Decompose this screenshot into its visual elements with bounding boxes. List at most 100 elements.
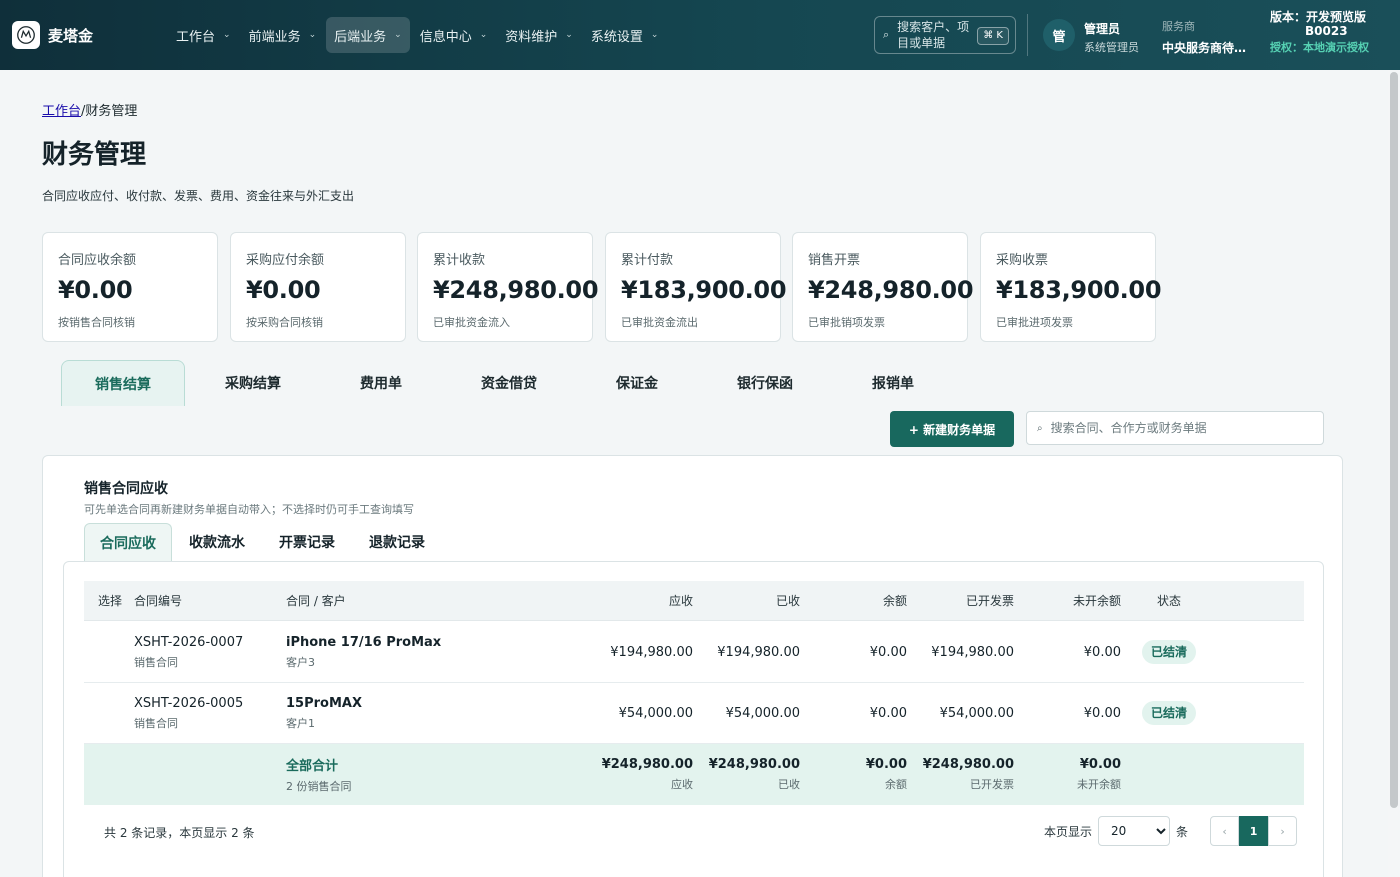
brand[interactable]: 麦塔金 <box>12 21 162 49</box>
subtab-contract-receivable[interactable]: 合同应收 <box>84 523 172 561</box>
stat-label: 累计收款 <box>433 253 486 268</box>
panel-subtabs: 合同应收 收款流水 开票记录 退款记录 <box>84 523 442 561</box>
scrollbar-thumb[interactable] <box>1390 72 1398 808</box>
stat-value: ¥0.00 <box>58 276 133 304</box>
license-info: 授权：本地演示授权 <box>1270 41 1369 55</box>
customer-name: 客户1 <box>286 716 315 730</box>
total-count: 2 份销售合同 <box>286 780 352 793</box>
stat-note: 按销售合同核销 <box>58 316 135 329</box>
stat-label: 销售开票 <box>808 253 861 268</box>
nav-item-info-center[interactable]: 信息中心 ⌄ <box>412 17 496 53</box>
stat-note: 已审批进项发票 <box>996 316 1073 329</box>
per-page-label: 本页显示 <box>1044 824 1093 839</box>
tab-deposit[interactable]: 保证金 <box>573 360 701 406</box>
stat-note: 按采购合同核销 <box>246 316 323 329</box>
brand-logo-icon <box>12 21 40 49</box>
total-balance: ¥0.00 <box>865 757 907 772</box>
total-receivable: ¥248,980.00 <box>601 757 693 772</box>
version-build: B0023 <box>1305 24 1348 38</box>
total-label: 全部合计 <box>286 759 339 774</box>
service-value: 中央服务商待… <box>1162 41 1247 55</box>
tab-sales-settlement[interactable]: 销售结算 <box>61 360 185 406</box>
nav-item-system-settings[interactable]: 系统设置 ⌄ <box>583 17 667 53</box>
table-container: 选择 合同编号 合同 / 客户 应收 已收 余额 已开发票 未开余额 状态 XS… <box>63 561 1324 877</box>
nav-item-frontend[interactable]: 前端业务 ⌄ <box>241 17 325 53</box>
subtab-refund-records[interactable]: 退款记录 <box>352 523 442 561</box>
total-uninvoiced-cell: ¥0.00 未开余额 <box>1014 757 1121 792</box>
tab-expense[interactable]: 费用单 <box>317 360 445 406</box>
next-page-button[interactable]: › <box>1268 816 1298 846</box>
balance-cell: ¥0.00 <box>869 705 907 721</box>
subtab-receipt-flow[interactable]: 收款流水 <box>172 523 262 561</box>
header-invoiced: 已开发票 <box>965 594 1014 608</box>
stat-card-purchase-payable: 采购应付余额 ¥0.00 按采购合同核销 <box>230 232 406 342</box>
stat-value: ¥183,900.00 <box>996 276 1162 304</box>
contract-type: 销售合同 <box>134 716 178 730</box>
prev-page-button[interactable]: ‹ <box>1210 816 1240 846</box>
sales-receivable-panel: 销售合同应收 可先单选合同再新建财务单据自动带入；不选择时仍可手工查询填写 合同… <box>42 455 1343 877</box>
breadcrumb-home-link[interactable]: 工作台 <box>42 104 81 119</box>
service-provider[interactable]: 服务商 中央服务商待… <box>1162 18 1252 56</box>
tab-purchase-settlement[interactable]: 采购结算 <box>189 360 317 406</box>
status-cell: 已结清 <box>1121 701 1217 725</box>
search-icon: ⌕ <box>883 28 890 41</box>
status-badge: 已结清 <box>1141 701 1196 725</box>
page-subtitle: 合同应收应付、收付款、发票、费用、资金往来与外汇支出 <box>42 189 355 203</box>
chevron-down-icon: ⌄ <box>565 30 573 40</box>
avatar[interactable]: 管 <box>1043 19 1075 51</box>
user-info[interactable]: 管理员 系统管理员 <box>1084 20 1139 55</box>
uninvoiced-cell: ¥0.00 <box>1083 644 1121 660</box>
top-navbar: 麦塔金 工作台 ⌄ 前端业务 ⌄ 后端业务 ⌄ 信息中心 ⌄ 资料维护 ⌄ 系统设置 ⌄ ⌕… <box>0 0 1400 70</box>
nav-item-backend[interactable]: 后端业务 ⌄ <box>326 17 410 53</box>
per-page-select[interactable]: 20 <box>1098 816 1171 846</box>
shortcut-hint: ⌘ K <box>977 27 1009 45</box>
table-row[interactable]: XSHT-2026-0007 销售合同 iPhone 17/16 ProMax … <box>84 622 1304 683</box>
stat-note: 已审批销项发票 <box>808 316 885 329</box>
total-receivable-cell: ¥248,980.00 应收 <box>586 757 693 792</box>
tab-reimbursement[interactable]: 报销单 <box>829 360 957 406</box>
status-cell: 已结清 <box>1121 640 1217 664</box>
page-scrollbar[interactable] <box>1388 70 1400 877</box>
total-invoiced: ¥248,980.00 <box>922 757 1014 772</box>
page-button-current[interactable]: 1 <box>1239 816 1269 846</box>
chevron-down-icon: ⌄ <box>650 30 659 40</box>
total-balance-label: 余额 <box>885 778 907 791</box>
nav-label: 资料维护 <box>505 29 558 45</box>
header-select: 选择 <box>98 594 123 608</box>
stat-value: ¥183,900.00 <box>621 276 787 304</box>
nav-label: 系统设置 <box>590 29 643 45</box>
finance-search-input[interactable] <box>1050 421 1301 435</box>
stat-value: ¥248,980.00 <box>433 276 599 304</box>
nav-item-data-maintenance[interactable]: 资料维护 ⌄ <box>497 17 581 53</box>
new-finance-document-button[interactable]: + 新建财务单据 <box>890 411 1014 447</box>
stat-value: ¥0.00 <box>246 276 321 304</box>
total-received: ¥248,980.00 <box>708 757 800 772</box>
chevron-down-icon: ⌄ <box>308 30 317 40</box>
status-badge: 已结清 <box>1141 640 1196 664</box>
tab-bank-guarantee[interactable]: 银行保函 <box>701 360 829 406</box>
header-received: 已收 <box>775 594 800 608</box>
receivable-cell: ¥54,000.00 <box>618 705 693 721</box>
breadcrumb: 工作台/财务管理 <box>42 100 137 119</box>
nav-label: 前端业务 <box>248 29 301 45</box>
total-received-cell: ¥248,980.00 已收 <box>693 757 800 792</box>
tab-loans[interactable]: 资金借贷 <box>445 360 573 406</box>
contract-no-cell: XSHT-2026-0005 销售合同 <box>134 696 286 731</box>
total-uninvoiced-label: 未开余额 <box>1077 778 1121 791</box>
total-invoiced-cell: ¥248,980.00 已开发票 <box>907 757 1014 792</box>
stat-value: ¥248,980.00 <box>808 276 974 304</box>
subtab-invoice-records[interactable]: 开票记录 <box>262 523 352 561</box>
stat-label: 采购收票 <box>996 253 1049 268</box>
uninvoiced-cell: ¥0.00 <box>1083 705 1121 721</box>
pagination: 本页显示 20 条 ‹ 1 › <box>1044 816 1298 846</box>
stat-label: 采购应付余额 <box>246 253 325 268</box>
contract-name: iPhone 17/16 ProMax <box>286 634 442 650</box>
balance-cell: ¥0.00 <box>869 644 907 660</box>
stat-card-sales-invoice: 销售开票 ¥248,980.00 已审批销项发票 <box>792 232 974 342</box>
table-total-row: 全部合计 2 份销售合同 ¥248,980.00 应收 ¥248,980.00 … <box>84 744 1304 805</box>
global-search[interactable]: ⌕ 搜索客户、项目或单据 ⌘ K <box>874 16 1016 54</box>
chevron-down-icon: ⌄ <box>479 30 488 40</box>
table-row[interactable]: XSHT-2026-0005 销售合同 15ProMAX 客户1 ¥54,000… <box>84 683 1304 744</box>
chevron-down-icon: ⌄ <box>394 30 402 40</box>
nav-item-workbench[interactable]: 工作台 ⌄ <box>168 17 239 53</box>
